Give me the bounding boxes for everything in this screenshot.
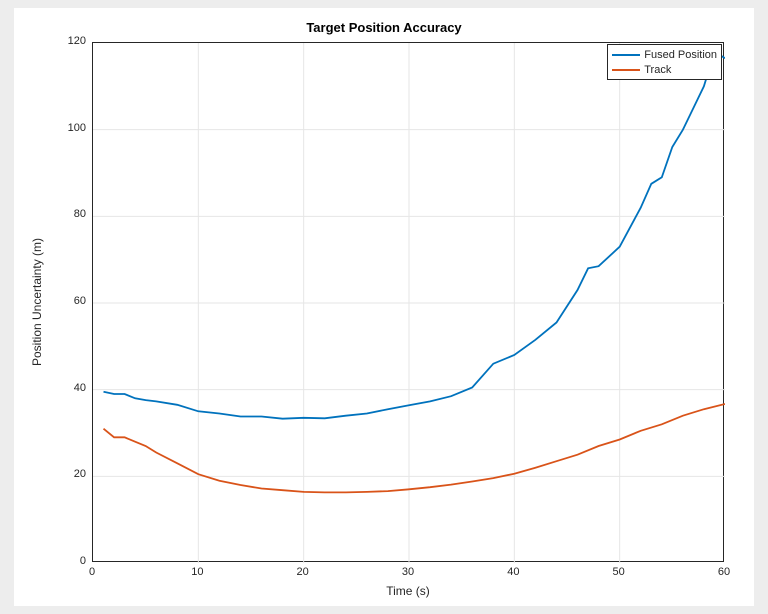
x-tick-label: 20 [295,566,311,578]
axes-area[interactable]: Fused Position Track [92,42,724,562]
plot-canvas [93,43,725,563]
legend-label: Fused Position [644,49,717,61]
x-axis-label: Time (s) [92,584,724,598]
x-tick-label: 10 [189,566,205,578]
legend-entry-fused[interactable]: Fused Position [612,47,717,62]
y-tick-label: 20 [74,468,86,480]
legend-entry-track[interactable]: Track [612,62,717,77]
legend[interactable]: Fused Position Track [607,44,722,80]
legend-label: Track [644,64,671,76]
y-tick-label: 80 [74,208,86,220]
legend-swatch-icon [612,69,640,71]
y-tick-label: 40 [74,382,86,394]
figure-window: Target Position Accuracy Position Uncert… [14,8,754,606]
series-line [104,404,726,492]
x-tick-label: 0 [84,566,100,578]
x-tick-label: 40 [505,566,521,578]
y-tick-label: 60 [74,295,86,307]
y-tick-label: 120 [68,35,86,47]
x-tick-label: 50 [611,566,627,578]
chart-title: Target Position Accuracy [14,20,754,35]
x-tick-label: 60 [716,566,732,578]
y-axis-label: Position Uncertainty (m) [30,42,44,562]
y-tick-label: 0 [80,555,86,567]
series-line [104,52,726,419]
legend-swatch-icon [612,54,640,56]
x-tick-label: 30 [400,566,416,578]
y-tick-label: 100 [68,122,86,134]
